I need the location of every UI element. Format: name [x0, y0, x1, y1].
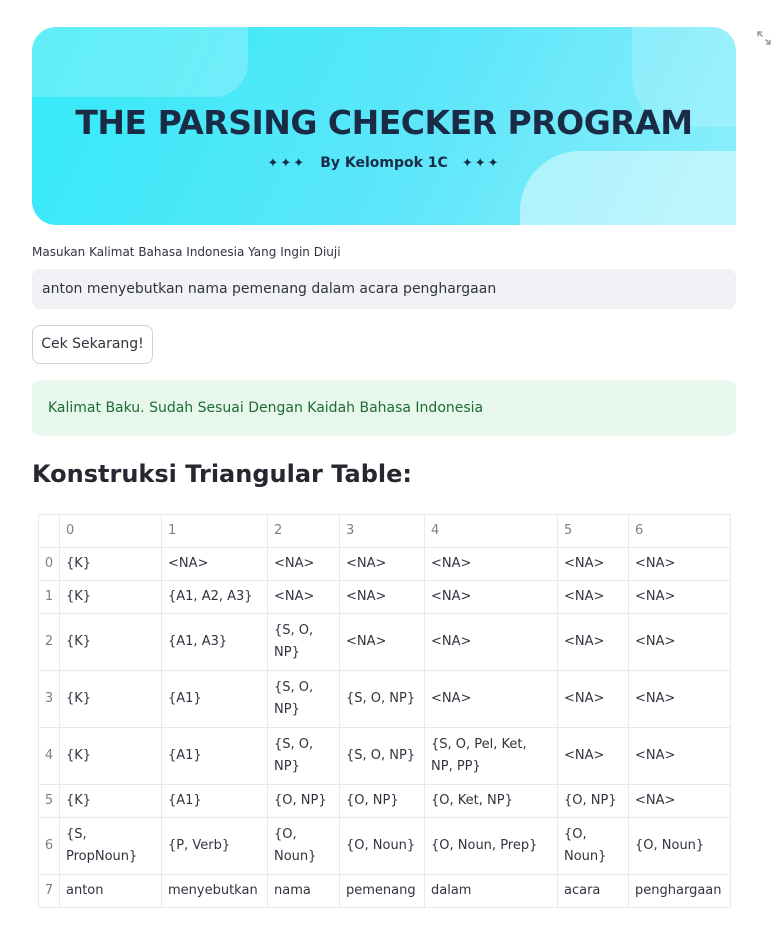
- table-cell: <NA>: [424, 580, 558, 614]
- table-cell: <NA>: [339, 580, 425, 614]
- sentence-input-label: Masukan Kalimat Bahasa Indonesia Yang In…: [32, 245, 341, 259]
- table-cell: {O, NP}: [339, 784, 425, 818]
- table-cell: dalam: [424, 874, 558, 908]
- table-cell: {K}: [59, 547, 162, 581]
- section-heading: Konstruksi Triangular Table:: [32, 460, 412, 488]
- table-cell: <NA>: [267, 547, 340, 581]
- table-cell: {O, Noun}: [628, 817, 731, 875]
- table-cell: <NA>: [557, 727, 629, 785]
- banner-author: By Kelompok 1C: [320, 155, 448, 171]
- banner-title: THE PARSING CHECKER PROGRAM: [75, 103, 693, 142]
- table-cell: <NA>: [339, 547, 425, 581]
- table-cell: {A1, A2, A3}: [161, 580, 268, 614]
- table-cell: pemenang: [339, 874, 425, 908]
- table-cell: {O, Noun}: [267, 817, 340, 875]
- row-index: 5: [38, 784, 60, 818]
- table-cell: {O, Ket, NP}: [424, 784, 558, 818]
- table-cell: {O, Noun}: [339, 817, 425, 875]
- table-cell: <NA>: [557, 547, 629, 581]
- sparkle-icon: ✦✦✦: [461, 156, 501, 171]
- column-header: [38, 514, 60, 548]
- table-cell: {S, O, Pel, Ket, NP, PP}: [424, 727, 558, 785]
- column-header: 6: [628, 514, 731, 548]
- table-cell: <NA>: [424, 670, 558, 728]
- check-button[interactable]: Cek Sekarang!: [32, 325, 153, 364]
- table-header-row: 0 1 2 3 4 5 6: [38, 514, 731, 548]
- row-index: 2: [38, 613, 60, 671]
- column-header: 5: [557, 514, 629, 548]
- table-cell: <NA>: [628, 727, 731, 785]
- table-cell: {A1}: [161, 727, 268, 785]
- table-cell: {K}: [59, 784, 162, 818]
- table-row: 0 {K} <NA> <NA> <NA> <NA> <NA> <NA>: [38, 547, 731, 581]
- table-cell: <NA>: [628, 613, 731, 671]
- table-row: 4 {K} {A1} {S, O, NP} {S, O, NP} {S, O, …: [38, 727, 731, 785]
- banner-subtitle: ✦✦✦ By Kelompok 1C ✦✦✦: [32, 155, 736, 171]
- table-cell: {O, Noun, Prep}: [424, 817, 558, 875]
- table-cell: {S, O, NP}: [339, 727, 425, 785]
- expand-icon[interactable]: [755, 29, 773, 47]
- table-cell: <NA>: [161, 547, 268, 581]
- table-cell: <NA>: [628, 784, 731, 818]
- table-cell: <NA>: [424, 613, 558, 671]
- success-alert: Kalimat Baku. Sudah Sesuai Dengan Kaidah…: [32, 380, 736, 436]
- table-row: 1 {K} {A1, A2, A3} <NA> <NA> <NA> <NA> <…: [38, 580, 731, 614]
- table-cell: {S, PropNoun}: [59, 817, 162, 875]
- column-header: 1: [161, 514, 268, 548]
- table-cell: {K}: [59, 727, 162, 785]
- sparkle-icon: ✦✦✦: [267, 156, 307, 171]
- row-index: 3: [38, 670, 60, 728]
- row-index: 0: [38, 547, 60, 581]
- column-header: 3: [339, 514, 425, 548]
- table-row: 5 {K} {A1} {O, NP} {O, NP} {O, Ket, NP} …: [38, 784, 731, 818]
- table-cell: anton: [59, 874, 162, 908]
- column-header: 2: [267, 514, 340, 548]
- table-cell: <NA>: [628, 580, 731, 614]
- table-cell: {A1, A3}: [161, 613, 268, 671]
- table-cell: {S, O, NP}: [267, 613, 340, 671]
- table-cell: acara: [557, 874, 629, 908]
- table-cell: <NA>: [424, 547, 558, 581]
- table-cell: {O, NP}: [557, 784, 629, 818]
- table-cell: menyebutkan: [161, 874, 268, 908]
- table-cell: {S, O, NP}: [267, 727, 340, 785]
- table-cell: <NA>: [628, 670, 731, 728]
- table-cell: {A1}: [161, 670, 268, 728]
- table-cell: {O, NP}: [267, 784, 340, 818]
- column-header: 4: [424, 514, 558, 548]
- row-index: 7: [38, 874, 60, 908]
- table-row: 2 {K} {A1, A3} {S, O, NP} <NA> <NA> <NA>…: [38, 613, 731, 671]
- table-row: 6 {S, PropNoun} {P, Verb} {O, Noun} {O, …: [38, 817, 731, 875]
- column-header: 0: [59, 514, 162, 548]
- table-cell: <NA>: [557, 580, 629, 614]
- table-cell: <NA>: [628, 547, 731, 581]
- table-cell: <NA>: [267, 580, 340, 614]
- triangular-table: 0 1 2 3 4 5 6 0 {K} <NA> <NA> <NA> <NA> …: [38, 514, 731, 908]
- table-cell: {A1}: [161, 784, 268, 818]
- table-cell: {S, O, NP}: [267, 670, 340, 728]
- table-cell: nama: [267, 874, 340, 908]
- table-cell: {K}: [59, 580, 162, 614]
- table-cell: <NA>: [557, 613, 629, 671]
- table-row: 3 {K} {A1} {S, O, NP} {S, O, NP} <NA> <N…: [38, 670, 731, 728]
- table-cell: {P, Verb}: [161, 817, 268, 875]
- table-cell: {K}: [59, 613, 162, 671]
- banner-decoration: [32, 27, 248, 97]
- table-cell: <NA>: [339, 613, 425, 671]
- table-row: 7 anton menyebutkan nama pemenang dalam …: [38, 874, 731, 908]
- table-cell: {O, Noun}: [557, 817, 629, 875]
- row-index: 1: [38, 580, 60, 614]
- table-cell: {S, O, NP}: [339, 670, 425, 728]
- row-index: 6: [38, 817, 60, 875]
- table-cell: penghargaan: [628, 874, 731, 908]
- header-banner: THE PARSING CHECKER PROGRAM ✦✦✦ By Kelomp…: [32, 27, 736, 225]
- sentence-input[interactable]: anton menyebutkan nama pemenang dalam ac…: [32, 269, 736, 309]
- table-cell: {K}: [59, 670, 162, 728]
- table-cell: <NA>: [557, 670, 629, 728]
- row-index: 4: [38, 727, 60, 785]
